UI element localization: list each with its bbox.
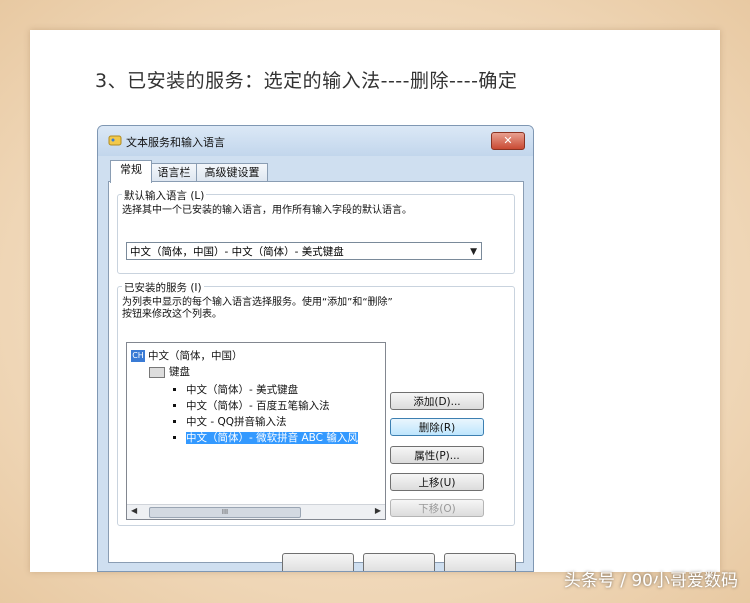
scroll-thumb[interactable]: III: [149, 507, 301, 518]
bullet-icon: [173, 387, 176, 391]
add-button[interactable]: 添加(D)...: [390, 392, 484, 410]
move-down-button[interactable]: 下移(O): [390, 499, 484, 517]
apply-button[interactable]: [444, 553, 516, 571]
installed-services-label: 已安装的服务 (I): [122, 280, 204, 295]
bullet-icon: [173, 403, 176, 407]
language-node-label: 中文（简体，中国）: [148, 350, 243, 362]
general-panel: 默认输入语言 (L) 选择其中一个已安装的输入语言，用作所有输入字段的默认语言。…: [108, 181, 524, 563]
service-item-label: 中文 - QQ拼音输入法: [186, 416, 287, 428]
ok-button[interactable]: [282, 553, 354, 571]
default-language-desc: 选择其中一个已安装的输入语言，用作所有输入字段的默认语言。: [122, 205, 412, 216]
service-item-label: 中文（简体）- 美式键盘: [186, 384, 299, 396]
tab-advanced-keys[interactable]: 高级键设置: [196, 163, 268, 182]
horizontal-scrollbar[interactable]: ◀ III ▶: [127, 504, 385, 519]
default-language-group: 默认输入语言 (L) 选择其中一个已安装的输入语言，用作所有输入字段的默认语言。…: [117, 188, 515, 274]
window-title: 文本服务和输入语言: [126, 136, 225, 149]
bullet-icon: [173, 419, 176, 423]
scroll-left-icon[interactable]: ◀: [131, 506, 137, 515]
scroll-right-icon[interactable]: ▶: [375, 506, 381, 515]
installed-services-tree[interactable]: CH 中文（简体，中国） 键盘 中文（简体）- 美式键盘 中文（简体）- 百度五笔…: [126, 342, 386, 520]
cancel-button[interactable]: [363, 553, 435, 571]
source-watermark: 头条号 / 90小哥爱数码: [563, 571, 738, 591]
category-node[interactable]: 键盘: [149, 365, 190, 379]
installed-services-desc-2: 按钮来修改这个列表。: [122, 309, 222, 320]
default-language-value: 中文（简体，中国）- 中文（简体）- 美式键盘: [130, 246, 344, 258]
title-bar: 文本服务和输入语言 ✕: [98, 126, 533, 156]
category-node-label: 键盘: [169, 366, 190, 378]
tab-language-bar[interactable]: 语言栏: [151, 163, 197, 182]
default-language-label: 默认输入语言 (L): [122, 188, 207, 203]
default-language-select[interactable]: 中文（简体，中国）- 中文（简体）- 美式键盘 ▼: [126, 242, 482, 260]
service-item-label: 中文（简体）- 百度五笔输入法: [186, 400, 330, 412]
installed-services-desc-1: 为列表中显示的每个输入语言选择服务。使用“添加”和“删除”: [122, 297, 393, 308]
keyboard-icon: [149, 366, 165, 378]
move-up-button[interactable]: 上移(U): [390, 473, 484, 491]
remove-button[interactable]: 删除(R): [390, 418, 484, 436]
service-item[interactable]: 中文 - QQ拼音输入法: [173, 415, 287, 429]
installed-services-group: 已安装的服务 (I) 为列表中显示的每个输入语言选择服务。使用“添加”和“删除”…: [117, 280, 515, 526]
tab-general[interactable]: 常规: [110, 160, 152, 183]
close-button[interactable]: ✕: [491, 132, 525, 150]
service-item-label: 中文（简体）- 微软拼音 ABC 输入风: [186, 432, 358, 444]
service-item-selected[interactable]: 中文（简体）- 微软拼音 ABC 输入风: [173, 431, 358, 445]
language-node[interactable]: CH 中文（简体，中国）: [131, 349, 243, 363]
chevron-down-icon: ▼: [470, 247, 477, 257]
step-heading: 3、已安装的服务：选定的输入法----删除----确定: [95, 70, 518, 92]
properties-button[interactable]: 属性(P)...: [390, 446, 484, 464]
service-item[interactable]: 中文（简体）- 美式键盘: [173, 383, 298, 397]
service-item[interactable]: 中文（简体）- 百度五笔输入法: [173, 399, 330, 413]
bullet-icon: [173, 435, 176, 439]
language-badge-icon: CH: [131, 350, 145, 362]
keyboard-settings-icon: [108, 135, 122, 146]
text-services-dialog: 文本服务和输入语言 ✕ 常规 语言栏 高级键设置 默认输入语言 (L) 选择其中…: [97, 125, 534, 572]
